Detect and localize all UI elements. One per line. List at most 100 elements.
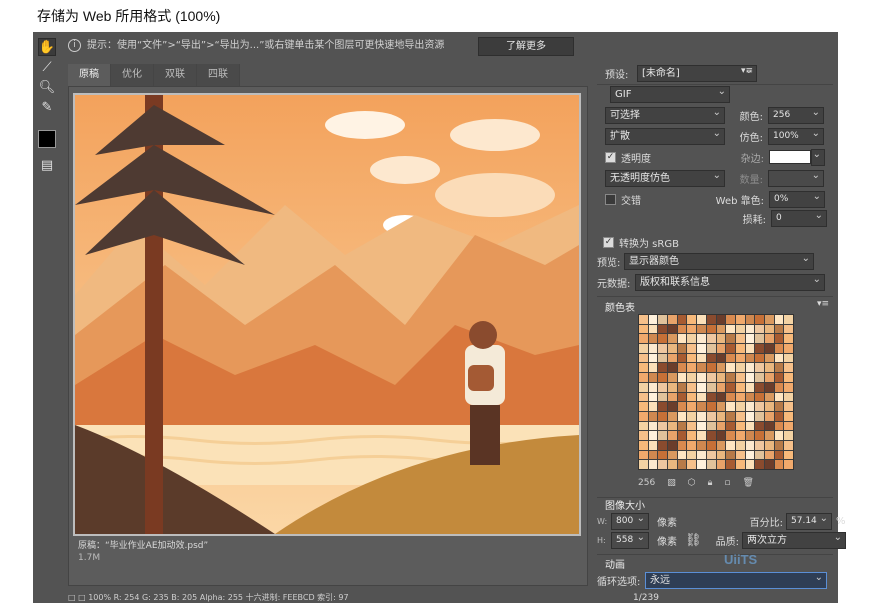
color-swatch[interactable] (755, 353, 764, 363)
color-swatch[interactable] (687, 421, 697, 431)
percent-field[interactable]: 57.14 (786, 511, 832, 530)
tab-original[interactable]: 原稿 (68, 64, 111, 86)
color-swatch[interactable] (784, 324, 793, 334)
color-swatch[interactable] (706, 460, 716, 469)
color-swatch[interactable] (706, 392, 716, 402)
color-table-grid[interactable] (638, 314, 794, 470)
color-swatch[interactable] (755, 431, 764, 440)
trans-dither-select[interactable]: 无透明度仿色 (605, 168, 725, 187)
quality-select[interactable]: 两次立方 (742, 530, 846, 549)
color-swatch[interactable] (668, 440, 677, 450)
color-swatch[interactable] (648, 411, 658, 421)
color-swatch[interactable] (774, 402, 784, 411)
color-swatch[interactable] (774, 353, 784, 363)
color-swatch[interactable] (774, 460, 784, 469)
color-swatch[interactable] (745, 431, 755, 440)
color-swatch[interactable] (755, 402, 764, 411)
color-swatch[interactable] (755, 460, 764, 469)
color-swatch[interactable] (706, 402, 716, 411)
color-swatch[interactable] (745, 324, 755, 334)
web-shift-icon[interactable]: ⬡ (688, 478, 696, 488)
color-swatch[interactable] (658, 402, 668, 411)
color-swatch[interactable] (677, 334, 687, 344)
color-swatch[interactable] (648, 460, 658, 469)
link-icon[interactable]: ⛓ (685, 533, 702, 548)
color-swatch[interactable] (745, 460, 755, 469)
color-swatch[interactable] (774, 392, 784, 402)
color-swatch[interactable] (716, 324, 726, 334)
color-swatch[interactable] (677, 392, 687, 402)
color-swatch[interactable] (784, 402, 793, 411)
color-table-menu-icon[interactable]: ▾≡ (817, 299, 829, 309)
color-swatch[interactable] (726, 431, 735, 440)
color-swatch[interactable] (687, 402, 697, 411)
color-swatch[interactable] (745, 421, 755, 431)
map-color-icon[interactable]: ▧ (667, 478, 676, 488)
lossy-field[interactable]: 0 (771, 208, 827, 227)
color-swatch[interactable] (755, 324, 764, 334)
color-swatch[interactable] (735, 392, 745, 402)
color-swatch[interactable] (697, 411, 706, 421)
color-swatch[interactable] (706, 431, 716, 440)
color-swatch[interactable] (726, 440, 735, 450)
color-swatch[interactable] (668, 392, 677, 402)
color-swatch[interactable] (697, 402, 706, 411)
color-swatch[interactable] (735, 315, 745, 324)
color-swatch[interactable] (726, 402, 735, 411)
color-swatch[interactable] (784, 353, 793, 363)
color-swatch[interactable] (764, 373, 774, 382)
color-swatch[interactable] (735, 334, 745, 344)
color-swatch[interactable] (755, 440, 764, 450)
color-swatch[interactable] (639, 421, 648, 431)
color-swatch[interactable] (687, 450, 697, 460)
matte-swatch[interactable] (769, 150, 811, 164)
color-swatch[interactable] (697, 324, 706, 334)
color-swatch[interactable] (658, 421, 668, 431)
color-swatch[interactable] (648, 431, 658, 440)
color-swatch[interactable] (716, 334, 726, 344)
color-swatch[interactable] (687, 363, 697, 373)
preview-image[interactable] (73, 93, 581, 536)
color-swatch[interactable] (735, 402, 745, 411)
color-swatch[interactable] (745, 411, 755, 421)
preset-menu-icon[interactable]: ▾≡ (741, 66, 753, 76)
color-swatch[interactable] (687, 373, 697, 382)
color-swatch[interactable] (784, 431, 793, 440)
color-swatch[interactable] (668, 315, 677, 324)
color-swatch[interactable] (658, 431, 668, 440)
color-swatch[interactable] (697, 382, 706, 392)
color-swatch[interactable] (784, 392, 793, 402)
color-swatch[interactable] (764, 353, 774, 363)
color-swatch[interactable] (774, 344, 784, 353)
color-swatch[interactable] (716, 411, 726, 421)
color-swatch[interactable] (745, 440, 755, 450)
color-swatch[interactable] (755, 373, 764, 382)
color-swatch[interactable] (735, 363, 745, 373)
color-swatch[interactable] (745, 450, 755, 460)
color-swatch[interactable] (648, 334, 658, 344)
color-swatch[interactable] (677, 421, 687, 431)
color-swatch[interactable] (755, 344, 764, 353)
color-swatch[interactable] (784, 344, 793, 353)
tab-2up[interactable]: 双联 (154, 64, 197, 86)
color-swatch[interactable] (639, 431, 648, 440)
lock-color-icon[interactable]: 🔒︎ (708, 478, 713, 488)
format-select[interactable]: GIF (610, 84, 730, 103)
color-swatch[interactable] (716, 431, 726, 440)
color-swatch[interactable] (716, 382, 726, 392)
color-swatch[interactable] (697, 353, 706, 363)
color-swatch[interactable] (648, 450, 658, 460)
color-swatch[interactable] (764, 431, 774, 440)
color-swatch[interactable] (668, 411, 677, 421)
color-swatch[interactable] (735, 373, 745, 382)
color-swatch[interactable] (784, 382, 793, 392)
color-swatch[interactable] (706, 334, 716, 344)
color-swatch[interactable] (648, 315, 658, 324)
color-swatch[interactable] (668, 334, 677, 344)
color-swatch[interactable] (658, 324, 668, 334)
color-swatch[interactable] (668, 402, 677, 411)
color-swatch[interactable] (774, 421, 784, 431)
color-swatch[interactable] (658, 382, 668, 392)
color-swatch[interactable] (784, 411, 793, 421)
color-swatch[interactable] (677, 315, 687, 324)
